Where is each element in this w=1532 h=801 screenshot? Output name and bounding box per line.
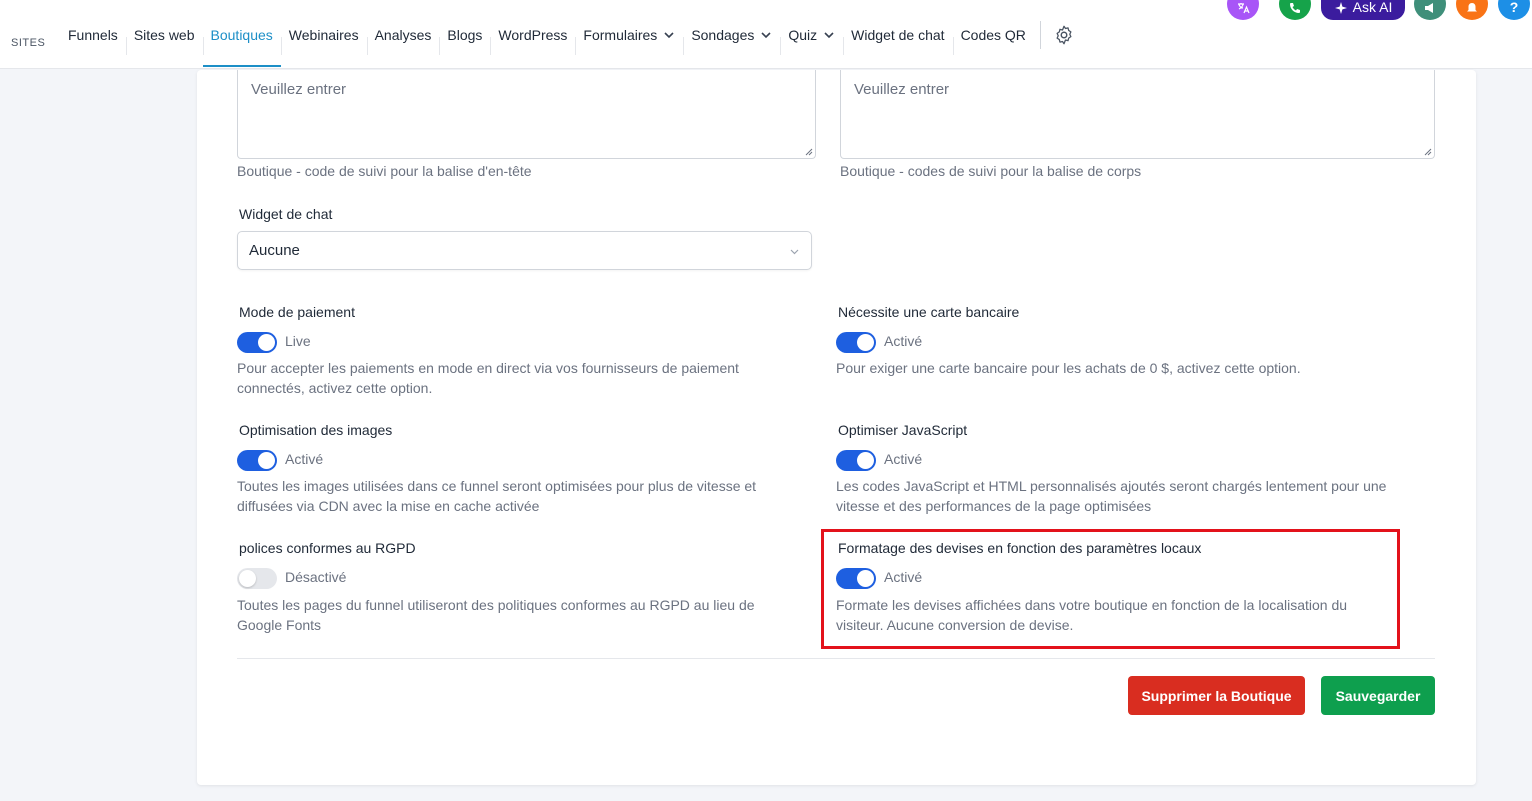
- image-optimization-state: Activé: [285, 451, 324, 467]
- tab-label: Widget de chat: [851, 26, 945, 43]
- currency-format-state: Activé: [884, 569, 923, 585]
- gdpr-fonts-hint-line1: Toutes les pages du funnel utiliseront d…: [237, 597, 755, 613]
- body-tracking-code-input[interactable]: Veuillez entrer: [840, 70, 1435, 159]
- phone-icon[interactable]: [1279, 0, 1311, 20]
- tab-label: Sites web: [133, 26, 195, 43]
- chevron-down-icon: [790, 249, 799, 255]
- currency-format-toggle[interactable]: [836, 568, 876, 589]
- bell-icon[interactable]: [1456, 0, 1488, 20]
- card-required-label: Nécessite une carte bancaire: [838, 304, 1020, 320]
- tab-label: Codes QR: [960, 26, 1026, 43]
- js-optimization-hint-line2: vitesse et des performances de la page o…: [836, 498, 1152, 514]
- image-optimization-hint-line2: diffusées via CDN avec la mise en cache …: [237, 498, 540, 514]
- tab-label: Formulaires: [583, 26, 658, 43]
- js-optimization-label: Optimiser JavaScript: [838, 422, 968, 438]
- toggle-knob: [857, 570, 874, 587]
- tab-label: Boutiques: [210, 26, 273, 43]
- tab-label: WordPress: [498, 26, 568, 43]
- head-tracking-hint: Boutique - code de suivi pour la balise …: [237, 163, 532, 179]
- tab-label: Webinaires: [288, 26, 359, 43]
- image-optimization-hint-line1: Toutes les images utilisées dans ce funn…: [237, 478, 757, 494]
- image-optimization-label: Optimisation des images: [239, 422, 393, 438]
- payment-mode-hint-line1: Pour accepter les paiements en mode en d…: [237, 360, 739, 376]
- currency-format-hint-line2: visiteur. Aucune conversion de devise.: [836, 617, 1074, 633]
- card-required-hint: Pour exiger une carte bancaire pour les …: [836, 360, 1301, 376]
- gdpr-fonts-state: Désactivé: [285, 569, 347, 585]
- top-action-buttons: Ask AI ?: [0, 0, 1532, 20]
- ask-ai-label: Ask AI: [1352, 0, 1393, 15]
- footer-divider: [237, 658, 1435, 659]
- gdpr-fonts-label: polices conformes au RGPD: [239, 540, 416, 556]
- payment-mode-state: Live: [285, 333, 311, 349]
- chevron-down-icon: [824, 31, 834, 38]
- chat-widget-label: Widget de chat: [239, 206, 333, 222]
- toggle-knob: [258, 334, 275, 351]
- gear-icon[interactable]: [1053, 24, 1075, 46]
- gdpr-fonts-toggle[interactable]: [237, 568, 277, 589]
- toggle-knob: [857, 334, 874, 351]
- nav-divider: [1039, 20, 1041, 49]
- sparkle-icon: [1334, 2, 1347, 14]
- chat-widget-value: Aucune: [249, 242, 300, 259]
- top-navigation: SITES Funnels Sites web Boutiques Webina…: [0, 0, 1532, 69]
- tab-label: Quiz: [788, 26, 818, 43]
- body-tracking-placeholder: Veuillez entrer: [854, 81, 950, 98]
- js-optimization-toggle[interactable]: [836, 450, 876, 471]
- sites-label: SITES: [11, 37, 46, 49]
- toggle-knob: [857, 452, 874, 469]
- resize-handle-icon[interactable]: [805, 148, 813, 156]
- payment-mode-label: Mode de paiement: [239, 304, 355, 320]
- tab-label: Analyses: [374, 26, 432, 43]
- resize-handle-icon[interactable]: [1424, 148, 1432, 156]
- card-required-state: Activé: [884, 333, 923, 349]
- head-tracking-placeholder: Veuillez entrer: [251, 81, 347, 98]
- currency-format-hint-line1: Formate les devises affichées dans votre…: [836, 597, 1348, 613]
- toggle-knob: [239, 570, 256, 587]
- gdpr-fonts-hint-line2: Google Fonts: [237, 617, 322, 633]
- currency-format-label: Formatage des devises en fonction des pa…: [838, 540, 1202, 556]
- js-optimization-state: Activé: [884, 451, 923, 467]
- tab-label: Blogs: [447, 26, 483, 43]
- chevron-down-icon: [664, 31, 674, 38]
- js-optimization-hint-line1: Les codes JavaScript et HTML personnalis…: [836, 478, 1387, 494]
- payment-mode-hint-line2: connectés, activez cette option.: [237, 380, 433, 396]
- head-tracking-code-input[interactable]: Veuillez entrer: [237, 70, 816, 159]
- payment-mode-toggle[interactable]: [237, 332, 277, 353]
- toggle-knob: [258, 452, 275, 469]
- translate-icon[interactable]: [1227, 0, 1259, 20]
- body-tracking-hint: Boutique - codes de suivi pour la balise…: [840, 163, 1142, 179]
- ask-ai-button[interactable]: Ask AI: [1321, 0, 1405, 20]
- help-icon[interactable]: ?: [1498, 0, 1530, 20]
- delete-store-button[interactable]: Supprimer la Boutique: [1128, 676, 1305, 715]
- chat-widget-select[interactable]: Aucune: [237, 231, 812, 270]
- tab-label: Sondages: [691, 26, 755, 43]
- chevron-down-icon: [761, 31, 771, 38]
- image-optimization-toggle[interactable]: [237, 450, 277, 471]
- save-button[interactable]: Sauvegarder: [1321, 676, 1435, 715]
- card-required-toggle[interactable]: [836, 332, 876, 353]
- tab-label: Funnels: [68, 26, 118, 43]
- megaphone-icon[interactable]: [1414, 0, 1446, 20]
